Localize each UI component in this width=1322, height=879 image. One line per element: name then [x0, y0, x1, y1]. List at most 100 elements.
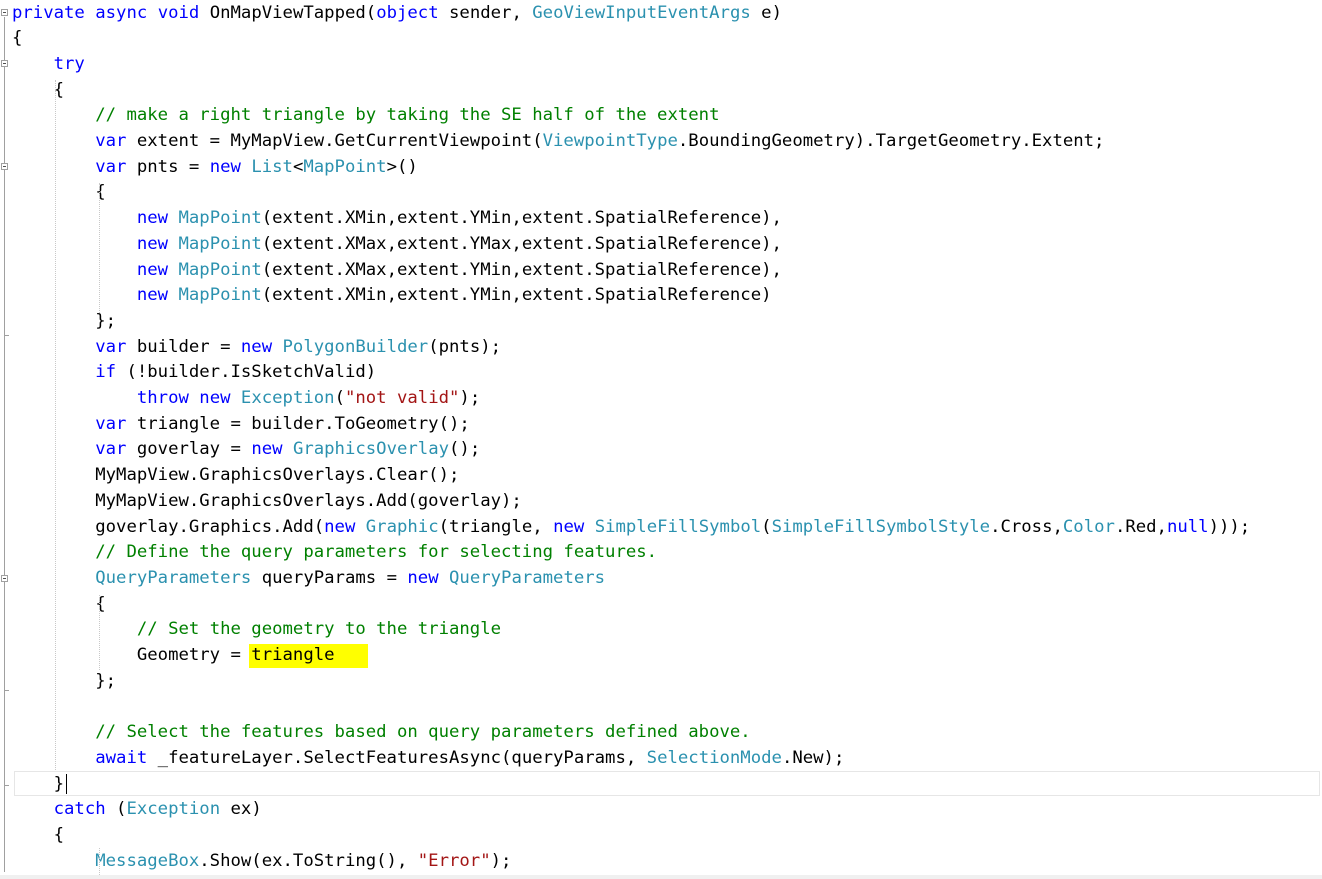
code-line[interactable]: try: [12, 52, 85, 78]
code-token: {: [12, 28, 23, 49]
code-token: (triangle,: [438, 516, 554, 537]
code-token: new: [136, 233, 169, 254]
code-token: List: [251, 156, 293, 177]
code-token: async: [95, 2, 148, 23]
fold-end: [4, 335, 9, 336]
code-token: builder =: [126, 336, 241, 357]
code-token: MapPoint: [303, 156, 387, 177]
code-line[interactable]: var goverlay = new GraphicsOverlay();: [12, 437, 480, 463]
code-line[interactable]: var builder = new PolygonBuilder(pnts);: [12, 335, 501, 361]
code-token: var: [95, 413, 127, 434]
code-line[interactable]: goverlay.Graphics.Add( new Graphic(triang…: [12, 515, 1250, 541]
code-token: null: [1166, 516, 1209, 537]
code-line[interactable]: new MapPoint(extent.XMin,extent.YMin,ext…: [12, 206, 782, 232]
code-token: };: [12, 670, 117, 691]
code-token: (pnts);: [428, 336, 502, 357]
fold-line: [4, 17, 5, 872]
code-token: object: [376, 2, 439, 23]
code-token: e): [750, 2, 782, 23]
code-line[interactable]: new MapPoint(extent.XMax,extent.YMin,ext…: [12, 258, 782, 284]
code-token: Graphic: [365, 516, 439, 537]
indent-guide: [55, 80, 56, 770]
code-token: new: [553, 516, 585, 537]
code-token: QueryParameters: [449, 567, 606, 588]
code-line[interactable]: private async void OnMapViewTapped(objec…: [12, 1, 782, 27]
collapse-list-initializer-icon[interactable]: [1, 163, 8, 170]
code-token: new: [240, 336, 273, 357]
code-token: PolygonBuilder: [282, 336, 429, 357]
code-token: pnts =: [126, 156, 210, 177]
code-token: triangle = builder.ToGeometry();: [126, 413, 470, 434]
code-line[interactable]: // make a right triangle by taking the S…: [12, 103, 720, 129]
code-line[interactable]: catch (Exception ex): [12, 797, 262, 823]
code-line[interactable]: Geometry = triangle: [12, 643, 335, 669]
code-line[interactable]: {: [12, 180, 105, 206]
code-token: MapPoint: [178, 208, 262, 229]
code-line[interactable]: };: [12, 669, 116, 695]
collapse-try-icon[interactable]: [1, 60, 8, 67]
code-token: );: [490, 850, 512, 871]
code-token: (: [761, 516, 772, 537]
code-line[interactable]: var extent = MyMapView.GetCurrentViewpoi…: [12, 129, 1104, 155]
code-token: // Set the geometry to the triangle: [136, 619, 502, 640]
code-line[interactable]: var pnts = new List<MapPoint>(): [12, 155, 418, 181]
code-line[interactable]: };: [12, 309, 116, 335]
code-token: MyMapView.GraphicsOverlays.Clear();: [12, 465, 460, 486]
code-area[interactable]: private async void OnMapViewTapped(objec…: [12, 0, 1322, 879]
code-line[interactable]: // Set the geometry to the triangle: [12, 617, 501, 643]
code-line[interactable]: var triangle = builder.ToGeometry();: [12, 412, 470, 438]
code-token: SimpleFillSymbol: [594, 516, 762, 537]
code-token: {: [12, 593, 106, 614]
code-token: // Select the features based on query pa…: [95, 722, 751, 743]
code-token: new: [199, 388, 231, 408]
code-line[interactable]: {: [12, 823, 64, 849]
code-editor[interactable]: private async void OnMapViewTapped(objec…: [0, 0, 1322, 879]
code-line[interactable]: await _featureLayer.SelectFeaturesAsync(…: [12, 746, 844, 772]
code-token: var: [95, 156, 127, 177]
code-line[interactable]: throw new Exception("not valid");: [12, 386, 480, 412]
code-token: (extent.XMin,extent.YMin,extent.SpatialR…: [261, 285, 772, 306]
code-token: SimpleFillSymbolStyle: [771, 516, 991, 537]
code-token: // make a right triangle by taking the S…: [95, 105, 720, 126]
horizontal-scrollbar-track[interactable]: [0, 875, 1322, 879]
code-token: goverlay.Graphics.Add(: [12, 516, 325, 537]
code-line[interactable]: QueryParameters queryParams = new QueryP…: [12, 566, 605, 592]
code-line[interactable]: MyMapView.GraphicsOverlays.Clear();: [12, 463, 459, 489]
code-line[interactable]: // Define the query parameters for selec…: [12, 540, 657, 566]
code-line[interactable]: new MapPoint(extent.XMin,extent.YMin,ext…: [12, 283, 772, 309]
code-line[interactable]: MyMapView.GraphicsOverlays.Add(goverlay)…: [12, 489, 522, 515]
code-line[interactable]: MessageBox.Show(ex.ToString(), "Error");: [12, 849, 511, 875]
collapse-method-icon[interactable]: [1, 9, 8, 16]
code-line[interactable]: {: [12, 26, 22, 52]
fold-end: [4, 690, 9, 691]
code-line[interactable]: }: [12, 772, 64, 798]
collapse-query-initializer-icon[interactable]: [1, 575, 8, 582]
code-line[interactable]: // Select the features based on query pa…: [12, 720, 751, 746]
code-line[interactable]: {: [12, 592, 106, 618]
code-token: sender,: [438, 2, 533, 23]
code-token: )));: [1208, 516, 1251, 537]
code-token: new: [209, 156, 241, 177]
code-token: // Define the query parameters for selec…: [95, 542, 658, 563]
code-token: throw: [136, 388, 189, 408]
code-line[interactable]: if (!builder.IsSketchValid): [12, 360, 376, 386]
code-line[interactable]: {: [12, 78, 64, 104]
text-caret: [66, 774, 67, 794]
code-line[interactable]: new MapPoint(extent.XMax,extent.YMax,ext…: [12, 232, 782, 258]
code-token: void: [157, 2, 200, 23]
code-token: var: [95, 336, 127, 357]
code-token: (!builder.IsSketchValid): [116, 362, 377, 383]
